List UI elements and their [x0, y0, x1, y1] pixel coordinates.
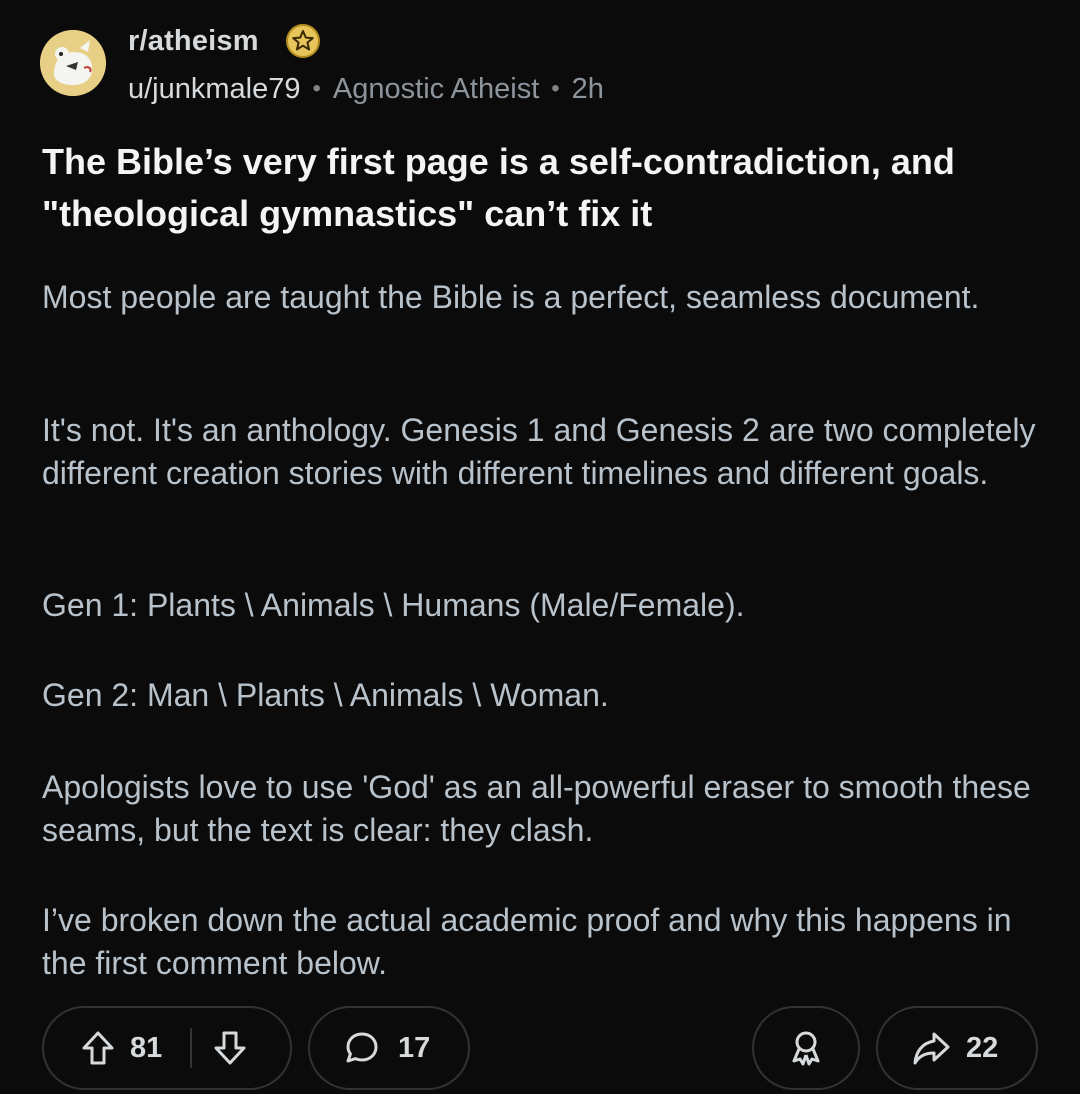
vote-control: 81 [42, 1006, 292, 1090]
author-username[interactable]: u/junkmale79 [128, 73, 301, 106]
post-timestamp: 2h [571, 72, 604, 105]
subreddit-name[interactable]: r/atheism [128, 25, 259, 58]
subreddit-row: r/atheism [128, 20, 604, 62]
comment-bubble-icon [346, 1032, 378, 1063]
body-paragraph: It's not. It's an anthology. Genesis 1 a… [42, 412, 1036, 491]
comments-button[interactable]: 17 [308, 1006, 470, 1090]
vote-divider [190, 1028, 193, 1068]
share-button[interactable]: 22 [876, 1006, 1038, 1090]
upvote-arrow-icon[interactable] [78, 1028, 118, 1068]
post-title: The Bible’s very first page is a self-co… [42, 141, 955, 234]
post-view: r/atheism u/junkmale79 • Agnostic Atheis… [0, 0, 1080, 1094]
downvote-arrow-icon[interactable] [210, 1028, 250, 1068]
share-arrow-icon [913, 1032, 950, 1065]
subreddit-avatar[interactable] [40, 30, 106, 96]
meta-separator: • [312, 75, 321, 102]
body-paragraph: Gen 1: Plants \ Animals \ Humans (Male/F… [42, 587, 745, 623]
avatar-illustration-icon [40, 30, 106, 96]
award-icon [792, 1031, 820, 1066]
author-row: u/junkmale79 • Agnostic Atheist • 2h [128, 64, 604, 114]
award-button[interactable] [752, 1006, 860, 1090]
comment-count: 17 [398, 1031, 431, 1064]
achievement-star-badge-icon[interactable] [285, 23, 321, 59]
share-count: 22 [966, 1031, 999, 1064]
post-header: r/atheism u/junkmale79 • Agnostic Atheis… [40, 20, 604, 114]
post-meta: r/atheism u/junkmale79 • Agnostic Atheis… [128, 20, 604, 114]
meta-separator: • [551, 75, 560, 102]
body-paragraph: I’ve broken down the actual academic pro… [42, 902, 1012, 981]
vote-count: 81 [130, 1031, 163, 1064]
user-flair: Agnostic Atheist [332, 72, 540, 105]
body-paragraph: Most people are taught the Bible is a pe… [42, 279, 980, 315]
body-paragraph: Apologists love to use 'God' as an all-p… [42, 769, 1031, 848]
body-paragraph: Gen 2: Man \ Plants \ Animals \ Woman. [42, 677, 609, 713]
